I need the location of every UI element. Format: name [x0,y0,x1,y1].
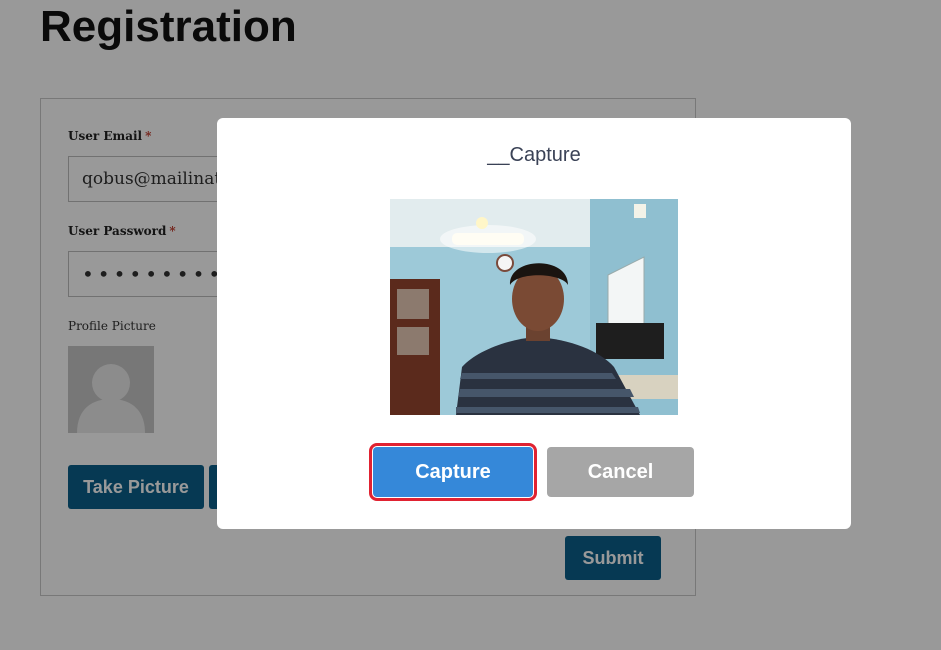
webcam-preview [390,199,678,415]
capture-button[interactable]: Capture [369,443,537,501]
dialog-title: __Capture [487,144,581,166]
cancel-button[interactable]: Cancel [547,447,694,497]
capture-dialog: __Capture Capture Cancel [217,118,851,529]
